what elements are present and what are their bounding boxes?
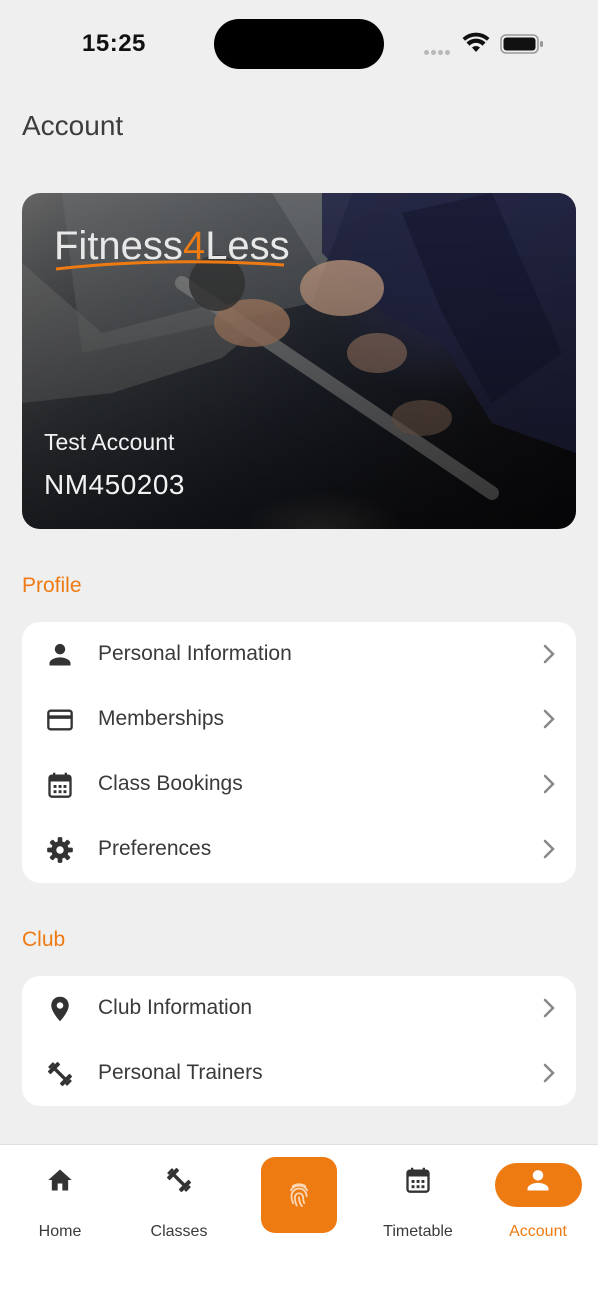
gear-icon: [47, 837, 73, 863]
membership-number: NM450203: [44, 469, 185, 500]
calendar-icon: [406, 1167, 430, 1193]
dynamic-island: [214, 19, 384, 69]
membership-card[interactable]: Fitness4Less Test Account NM450203: [22, 193, 576, 529]
menu-item-label: Club Information: [98, 996, 253, 1019]
chevron-right-icon: [543, 1063, 555, 1083]
credit-card-icon: [47, 709, 73, 731]
menu-item-memberships[interactable]: Memberships: [22, 687, 576, 752]
chevron-right-icon: [543, 839, 555, 859]
nav-timetable[interactable]: Timetable: [358, 1165, 478, 1240]
menu-item-preferences[interactable]: Preferences: [22, 817, 576, 882]
nav-home[interactable]: Home: [0, 1165, 120, 1240]
chevron-right-icon: [543, 998, 555, 1018]
page-title: Account: [22, 110, 124, 141]
menu-item-personal-information[interactable]: Personal Information: [22, 622, 576, 687]
club-menu: Club Information Personal Trainers: [22, 976, 576, 1106]
bottom-navigation: Home Classes Timetable Account: [0, 1144, 598, 1300]
club-section-title: Club: [22, 928, 66, 951]
fitness4less-logo: Fitness4Less: [54, 217, 294, 282]
nav-label: Classes: [150, 1223, 208, 1240]
nav-label: Timetable: [383, 1223, 453, 1240]
cellular-signal-icon: [424, 42, 452, 60]
person-icon: [527, 1170, 549, 1191]
menu-item-class-bookings[interactable]: Class Bookings: [22, 752, 576, 817]
location-pin-icon: [51, 996, 69, 1022]
nav-account[interactable]: Account: [478, 1165, 598, 1240]
fingerprint-icon: [289, 1183, 309, 1208]
wifi-icon: [462, 32, 490, 59]
menu-item-label: Class Bookings: [98, 772, 243, 795]
dumbbell-icon: [48, 1062, 72, 1086]
nav-label: Home: [38, 1223, 82, 1240]
nav-label: Account: [509, 1223, 567, 1240]
menu-item-club-information[interactable]: Club Information: [22, 976, 576, 1041]
chevron-right-icon: [543, 774, 555, 794]
card-holder-name: Test Account: [44, 429, 175, 455]
nav-classes[interactable]: Classes: [119, 1165, 239, 1240]
profile-menu: Personal Information Memberships Class B…: [22, 622, 576, 883]
menu-item-label: Memberships: [98, 707, 225, 730]
chevron-right-icon: [543, 644, 555, 664]
status-time: 15:25: [82, 30, 146, 57]
status-bar: 15:25: [0, 0, 598, 90]
menu-item-label: Preferences: [98, 837, 212, 860]
calendar-icon: [48, 772, 72, 798]
chevron-right-icon: [543, 709, 555, 729]
dumbbell-icon: [167, 1168, 191, 1192]
menu-item-label: Personal Trainers: [98, 1061, 263, 1084]
profile-section-title: Profile: [22, 574, 82, 597]
person-icon: [49, 643, 71, 666]
home-icon: [48, 1169, 72, 1191]
battery-icon: [500, 33, 544, 60]
menu-item-personal-trainers[interactable]: Personal Trainers: [22, 1041, 576, 1106]
menu-item-label: Personal Information: [98, 642, 292, 665]
nav-check-in-button[interactable]: [261, 1157, 337, 1233]
